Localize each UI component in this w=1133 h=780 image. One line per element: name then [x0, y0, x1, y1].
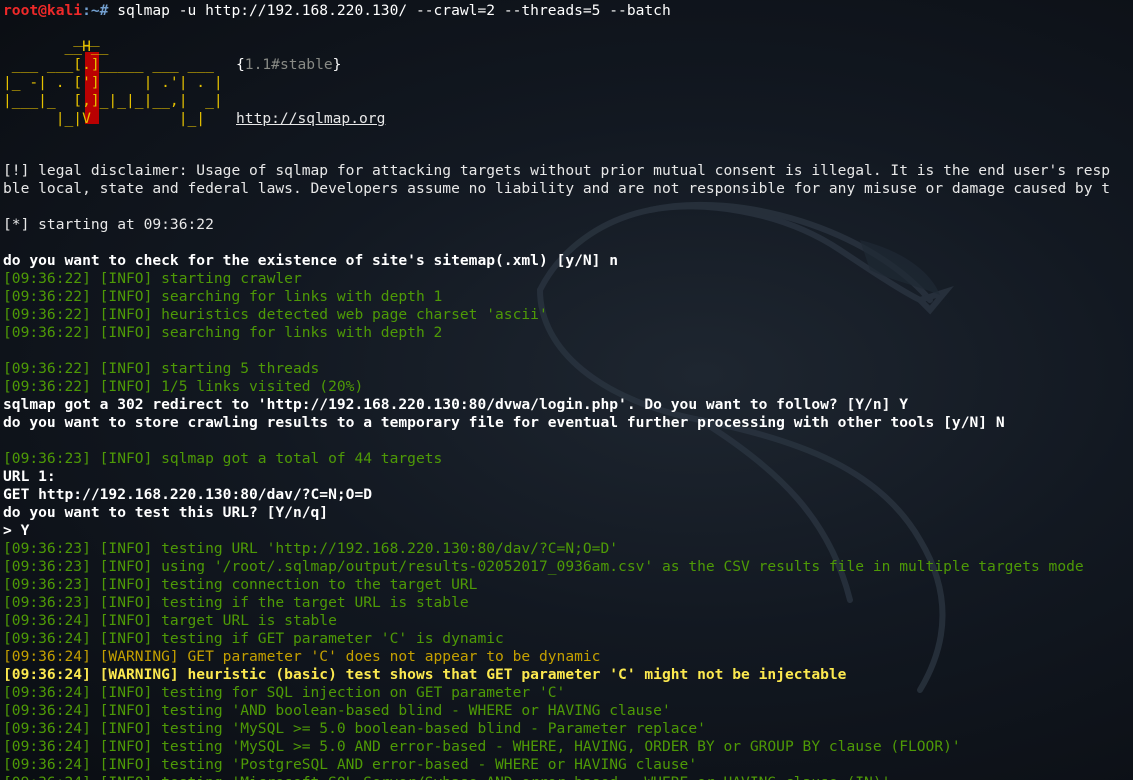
output-line: URL 1: [3, 468, 56, 485]
output-line: [09:36:24] [WARNING] GET parameter 'C' d… [3, 648, 601, 665]
output-line: [09:36:22] [INFO] heuristics detected we… [3, 306, 548, 323]
prompt-path: :~# [82, 2, 109, 19]
output-line: do you want to check for the existence o… [3, 252, 619, 269]
output-line: [09:36:23] [INFO] testing URL 'http://19… [3, 540, 619, 557]
output-line: GET http://192.168.220.130:80/dav/?C=N;O… [3, 486, 373, 503]
output-line: [09:36:24] [INFO] testing 'PostgreSQL AN… [3, 756, 698, 773]
output-line: [!] legal disclaimer: Usage of sqlmap fo… [3, 162, 1111, 179]
command-prompt-line[interactable]: root@kali:~# sqlmap -u http://192.168.22… [3, 2, 1133, 20]
output-line: [09:36:24] [INFO] testing for SQL inject… [3, 684, 566, 701]
output-line: do you want to store crawling results to… [3, 414, 1005, 431]
banner-spacer [3, 20, 1133, 162]
output-line: [09:36:23] [INFO] using '/root/.sqlmap/o… [3, 558, 1084, 575]
output-lines: [!] legal disclaimer: Usage of sqlmap fo… [3, 162, 1133, 780]
terminal-output: root@kali:~# sqlmap -u http://192.168.22… [3, 2, 1133, 780]
output-line: [09:36:24] [INFO] testing 'MySQL >= 5.0 … [3, 720, 706, 737]
output-line: sqlmap got a 302 redirect to 'http://192… [3, 396, 908, 413]
prompt-user: root@kali [3, 2, 83, 19]
output-line: [09:36:24] [WARNING] heuristic (basic) t… [3, 666, 847, 683]
output-line: [09:36:22] [INFO] 1/5 links visited (20%… [3, 378, 364, 395]
output-line: ble local, state and federal laws. Devel… [3, 180, 1111, 197]
prompt-command: sqlmap -u http://192.168.220.130/ --craw… [108, 2, 671, 19]
output-line: > Y [3, 522, 30, 539]
output-line: [09:36:22] [INFO] searching for links wi… [3, 324, 443, 341]
output-line: [09:36:24] [INFO] target URL is stable [3, 612, 337, 629]
output-line: [09:36:24] [INFO] testing 'AND boolean-b… [3, 702, 671, 719]
output-line: [09:36:24] [INFO] testing 'Microsoft SQL… [3, 774, 1133, 780]
output-line: [09:36:23] [INFO] sqlmap got a total of … [3, 450, 443, 467]
output-line: [09:36:24] [INFO] testing 'MySQL >= 5.0 … [3, 738, 961, 755]
output-line: do you want to test this URL? [Y/n/q] [3, 504, 329, 521]
output-line: [09:36:24] [INFO] testing if GET paramet… [3, 630, 504, 647]
output-line: [09:36:22] [INFO] starting 5 threads [3, 360, 320, 377]
output-line: [*] starting at 09:36:22 [3, 216, 214, 233]
output-line: [09:36:22] [INFO] searching for links wi… [3, 288, 443, 305]
terminal-window[interactable]: ___ __H__ ___ ___[.]_____ ___ ___ |_ -| … [0, 0, 1133, 780]
output-line: [09:36:23] [INFO] testing connection to … [3, 576, 478, 593]
output-line: [09:36:22] [INFO] starting crawler [3, 270, 302, 287]
output-line: [09:36:23] [INFO] testing if the target … [3, 594, 469, 611]
